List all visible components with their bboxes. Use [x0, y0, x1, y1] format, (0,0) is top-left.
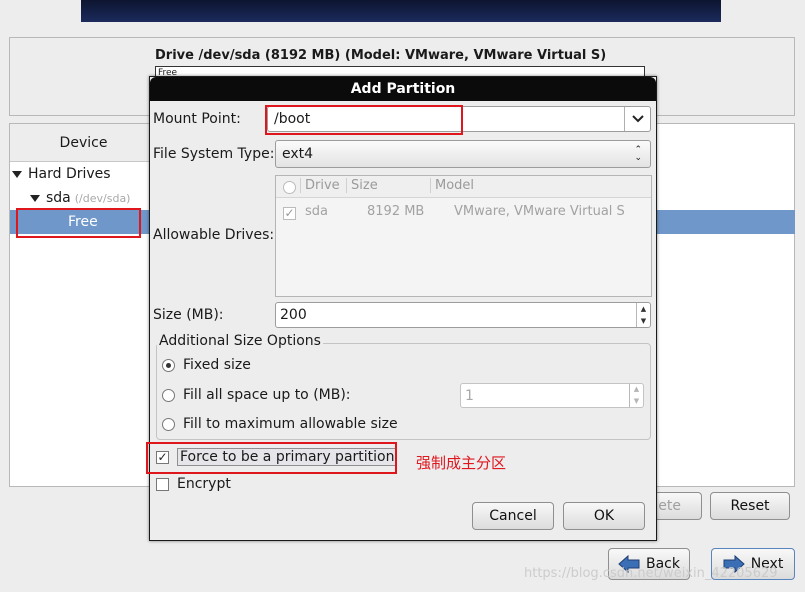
ok-button[interactable]: OK [563, 502, 645, 530]
drive-checkbox[interactable]: ✓ [283, 207, 296, 220]
drive-title: Drive /dev/sda (8192 MB) (Model: VMware,… [155, 48, 607, 63]
highlight-box [146, 442, 397, 474]
tree-item-sda[interactable]: sda (/dev/sda) [30, 190, 130, 206]
fs-type-select[interactable]: ext4 ⌃ ⌄ [275, 140, 651, 168]
encrypt-label: Encrypt [177, 476, 231, 492]
allowable-drives-label: Allowable Drives: [153, 227, 275, 243]
device-path: (/dev/sda) [74, 192, 131, 205]
encrypt-checkbox-row[interactable]: Encrypt [156, 476, 231, 492]
fill-up-to-spinbutton[interactable]: 1 ▲ ▼ [460, 383, 644, 408]
radio-button[interactable] [162, 358, 175, 372]
mount-point-label: Mount Point: [153, 111, 241, 127]
drive-name: sda [305, 204, 328, 219]
fs-type-label: File System Type: [153, 146, 275, 162]
fill-max-option[interactable]: Fill to maximum allowable size [162, 416, 398, 432]
size-value[interactable]: 200 [280, 307, 307, 323]
size-options-title: Additional Size Options [157, 333, 323, 349]
column-size[interactable]: Size [346, 178, 378, 193]
cancel-button[interactable]: Cancel [472, 502, 554, 530]
fixed-size-option[interactable]: Fixed size [162, 357, 251, 373]
fill-up-to-value: 1 [465, 387, 474, 404]
drive-model: VMware, VMware Virtual S [454, 204, 625, 219]
expander-triangle-icon[interactable] [30, 195, 40, 202]
tree-item-hard-drives[interactable]: Hard Drives [12, 166, 111, 182]
encrypt-checkbox[interactable] [156, 477, 169, 491]
spin-arrows-icon[interactable]: ▲ ▼ [636, 303, 650, 327]
reset-button[interactable]: Reset [710, 492, 790, 520]
tree-item-label: Hard Drives [28, 166, 111, 182]
expander-triangle-icon[interactable] [12, 171, 22, 178]
chevron-down-icon[interactable] [624, 107, 650, 131]
option-label: Fill all space up to (MB): [183, 387, 351, 403]
spin-arrows-icon: ▲ ▼ [629, 384, 643, 407]
size-label: Size (MB): [153, 307, 224, 323]
dialog-title: Add Partition [150, 77, 656, 101]
radio-button[interactable] [162, 417, 175, 431]
drive-row[interactable]: ✓ sda 8192 MB VMware, VMware Virtual S [276, 201, 651, 223]
column-drive[interactable]: Drive [300, 178, 340, 193]
option-label: Fixed size [183, 357, 251, 373]
column-model[interactable]: Model [430, 178, 474, 193]
highlight-box [16, 208, 141, 238]
option-label: Fill to maximum allowable size [183, 416, 398, 432]
annotation-note: 强制成主分区 [416, 454, 507, 472]
highlight-box [265, 105, 463, 135]
drive-size: 8192 MB [367, 204, 425, 219]
size-spinbutton[interactable]: 200 ▲ ▼ [275, 302, 651, 328]
updown-arrows-icon: ⌃ ⌄ [634, 145, 642, 163]
fs-type-value: ext4 [282, 146, 314, 162]
tree-item-label: sda [46, 190, 71, 206]
fill-up-to-option[interactable]: Fill all space up to (MB): [162, 387, 351, 403]
installer-banner [81, 0, 721, 22]
watermark: https://blog.csdn.net/weixin_42205629 [524, 566, 778, 581]
drives-list-header: Drive Size Model [276, 176, 651, 198]
radio-button[interactable] [162, 388, 175, 402]
device-column-header[interactable]: Device [10, 124, 158, 162]
select-all-radio[interactable] [283, 181, 296, 194]
